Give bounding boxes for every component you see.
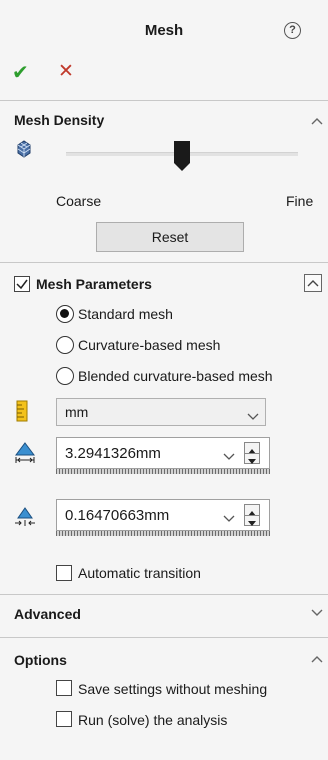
- spin-up-icon[interactable]: [245, 443, 259, 454]
- mesh-density-slider-thumb[interactable]: [174, 141, 190, 171]
- spin-down-icon[interactable]: [245, 453, 259, 464]
- separator: [0, 262, 328, 263]
- standard-mesh-label: Standard mesh: [78, 306, 173, 322]
- spin-down-icon[interactable]: [245, 515, 259, 526]
- unit-select[interactable]: mm: [56, 398, 266, 426]
- separator: [0, 100, 328, 101]
- unit-select-value: mm: [65, 404, 89, 420]
- global-size-spinner[interactable]: [244, 442, 260, 464]
- mesh-density-icon: [14, 139, 34, 159]
- save-settings-checkbox[interactable]: [56, 680, 72, 696]
- run-analysis-label: Run (solve) the analysis: [78, 712, 228, 728]
- chevron-down-icon[interactable]: [223, 510, 235, 526]
- chevron-up-icon[interactable]: [310, 654, 324, 664]
- chevron-down-icon[interactable]: [223, 448, 235, 464]
- tolerance-spinner[interactable]: [244, 504, 260, 526]
- run-analysis-checkbox[interactable]: [56, 711, 72, 727]
- mesh-density-title: Mesh Density: [14, 112, 105, 128]
- help-icon[interactable]: ?: [284, 22, 301, 39]
- tolerance-input[interactable]: 0.16470663mm: [56, 499, 270, 531]
- standard-mesh-radio[interactable]: [56, 305, 74, 323]
- cancel-button[interactable]: ✕: [58, 60, 74, 83]
- separator: [0, 594, 328, 595]
- separator: [0, 637, 328, 638]
- chevron-up-icon[interactable]: [310, 116, 324, 126]
- global-size-icon: [14, 442, 36, 464]
- reset-button[interactable]: Reset: [96, 222, 244, 252]
- automatic-transition-label: Automatic transition: [78, 565, 201, 581]
- global-size-input[interactable]: 3.2941326mm: [56, 437, 270, 469]
- spin-up-icon[interactable]: [245, 505, 259, 516]
- blended-curvature-mesh-label: Blended curvature-based mesh: [78, 368, 273, 384]
- tolerance-thumbwheel[interactable]: [56, 531, 270, 536]
- mesh-parameters-title: Mesh Parameters: [36, 276, 152, 292]
- fine-label: Fine: [286, 193, 314, 209]
- chevron-down-icon[interactable]: [310, 608, 324, 618]
- global-size-thumbwheel[interactable]: [56, 469, 270, 474]
- curvature-mesh-radio[interactable]: [56, 336, 74, 354]
- blended-curvature-mesh-radio[interactable]: [56, 367, 74, 385]
- options-title: Options: [14, 652, 67, 668]
- mesh-parameters-checkbox[interactable]: [14, 276, 30, 292]
- tolerance-icon: [14, 506, 36, 528]
- collapse-mesh-parameters-button[interactable]: [304, 274, 322, 292]
- advanced-title[interactable]: Advanced: [14, 606, 81, 622]
- coarse-label: Coarse: [56, 193, 102, 209]
- automatic-transition-checkbox[interactable]: [56, 565, 72, 581]
- ruler-icon: [14, 400, 36, 422]
- ok-button[interactable]: ✔: [12, 60, 29, 85]
- tolerance-value: 0.16470663mm: [65, 507, 170, 524]
- global-size-value: 3.2941326mm: [65, 445, 161, 462]
- chevron-down-icon: [247, 408, 259, 424]
- save-settings-label: Save settings without meshing: [78, 681, 268, 697]
- panel-title: Mesh: [144, 22, 184, 39]
- curvature-mesh-label: Curvature-based mesh: [78, 337, 221, 353]
